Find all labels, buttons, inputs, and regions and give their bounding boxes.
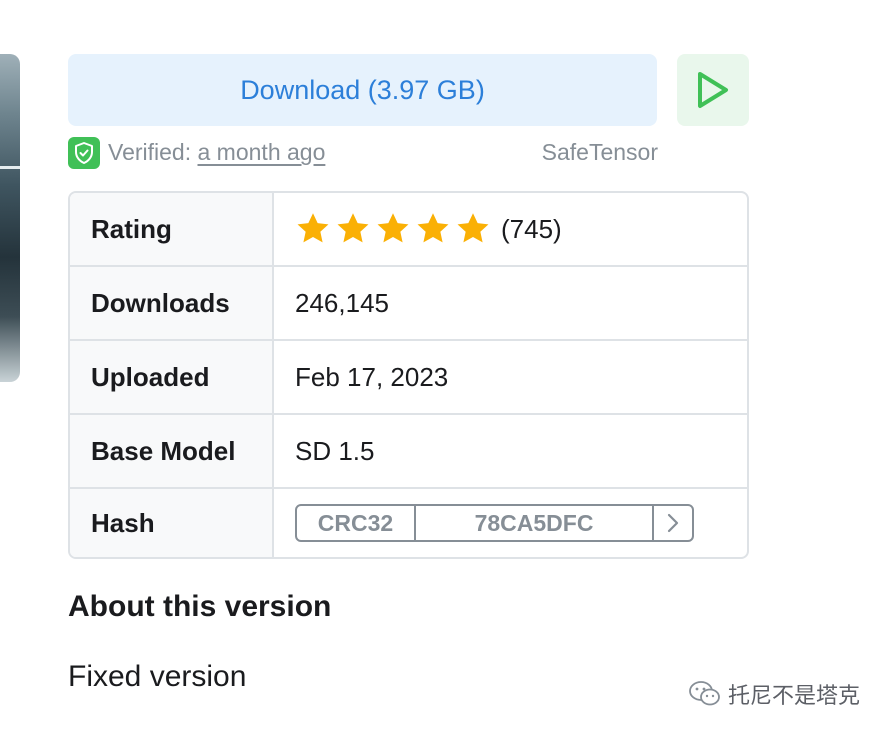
star-icon (457, 213, 489, 243)
download-button[interactable]: Download (3.97 GB) (68, 54, 657, 126)
hash-value[interactable]: 78CA5DFC (416, 506, 654, 540)
rating-stars[interactable] (295, 211, 491, 247)
uploaded-row: Uploaded Feb 17, 2023 (70, 339, 747, 413)
hash-type-button[interactable]: CRC32 (297, 506, 416, 540)
watermark: 托尼不是塔克 (688, 678, 860, 710)
downloads-value: 246,145 (295, 287, 389, 318)
wechat-icon (689, 681, 720, 706)
details-table: Rating (745) Downloads 246,145 Uploaded … (68, 191, 749, 559)
verified-prefix: Verified: (108, 139, 198, 165)
play-icon (698, 72, 728, 108)
star-icon (377, 213, 409, 243)
hash-control: CRC32 78CA5DFC (295, 504, 694, 542)
hash-next-button[interactable] (654, 506, 692, 540)
about-body: Fixed version (68, 660, 247, 693)
verified-text: Verified: a month ago (108, 139, 325, 166)
downloads-label: Downloads (70, 267, 274, 339)
verification-row: Verified: a month ago SafeTensor (68, 136, 658, 170)
base-model-row: Base Model SD 1.5 (70, 413, 747, 487)
rating-value: (745) (274, 193, 747, 265)
rating-label: Rating (70, 193, 274, 265)
base-model-label: Base Model (70, 415, 274, 487)
verified-date-link[interactable]: a month ago (198, 139, 326, 165)
rating-count: (745) (501, 213, 562, 244)
base-model-value: SD 1.5 (295, 435, 375, 466)
uploaded-value: Feb 17, 2023 (295, 361, 449, 392)
model-preview-image[interactable] (0, 54, 20, 382)
star-icon (297, 213, 329, 243)
hash-cell: CRC32 78CA5DFC (274, 489, 747, 557)
chevron-right-icon (667, 513, 679, 533)
preview-highlight (0, 166, 20, 169)
watermark-text: 托尼不是塔克 (728, 683, 861, 708)
star-icon (417, 213, 449, 243)
shield-check-icon (68, 137, 100, 169)
rating-row: Rating (745) (70, 193, 747, 265)
file-format-label: SafeTensor (541, 139, 658, 165)
hash-label: Hash (70, 489, 274, 557)
star-icon (337, 213, 369, 243)
uploaded-label: Uploaded (70, 341, 274, 413)
about-title: About this version (68, 590, 332, 623)
downloads-row: Downloads 246,145 (70, 265, 747, 339)
hash-row: Hash CRC32 78CA5DFC (70, 487, 747, 557)
run-button[interactable] (677, 54, 749, 126)
